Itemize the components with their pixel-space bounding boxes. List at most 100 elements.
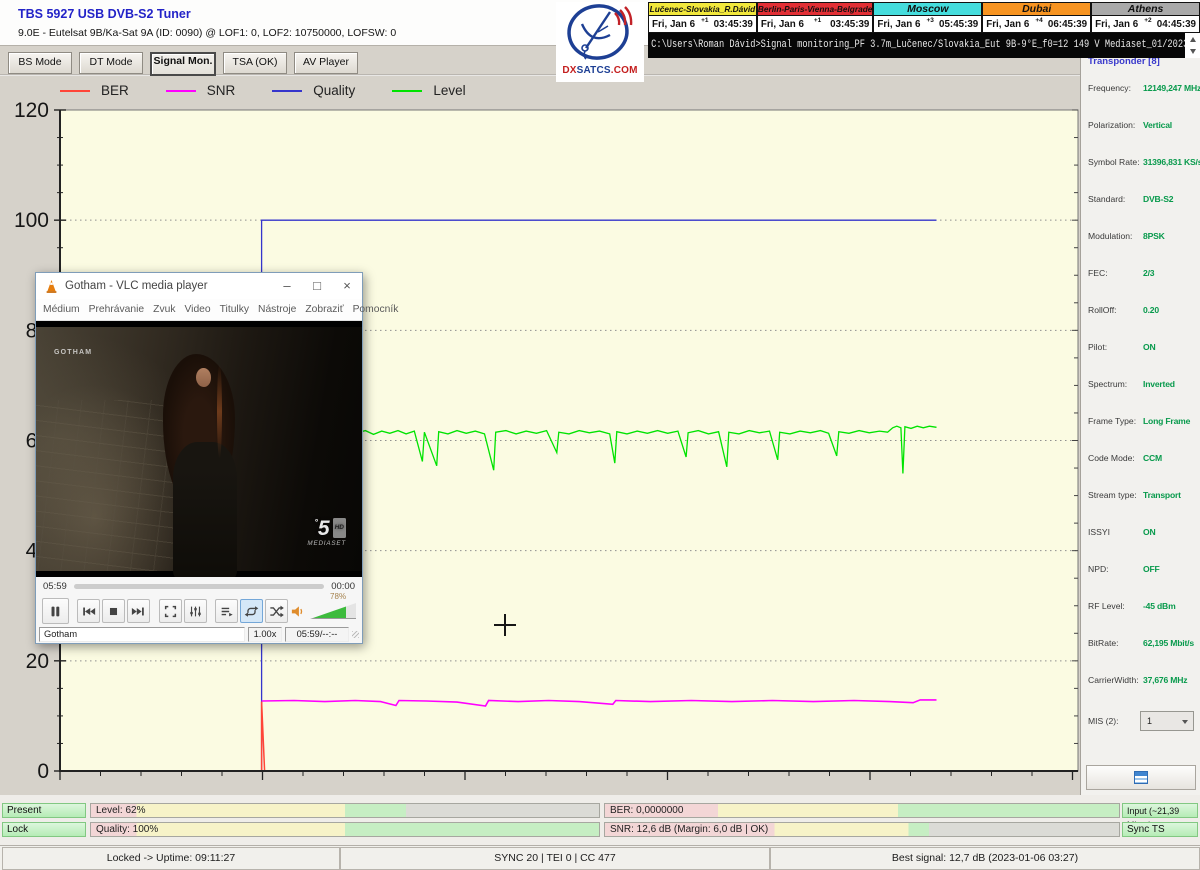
field-value: 62,195 Mbit/s [1143, 638, 1194, 648]
next-button[interactable] [127, 599, 150, 623]
stop-icon [106, 604, 121, 619]
tab-bs-mode[interactable]: BS Mode [8, 52, 72, 74]
chevron-down-icon [1182, 720, 1188, 724]
field-row-standard: Standard:DVB-S2 [1081, 194, 1200, 207]
equalizer-button[interactable] [184, 599, 207, 623]
svg-text:20: 20 [26, 650, 49, 673]
clock-utc-offset: +2 [1144, 17, 1151, 24]
clock-city-label: Berlin-Paris-Vienna-Belgrade [757, 2, 874, 16]
field-label: Code Mode: [1088, 453, 1135, 463]
clock-panel-lu-enec-slovakia-r-d-vid: Lučenec-Slovakia_R.DávidFri, Jan 6+103:4… [648, 2, 757, 33]
volume-cluster: 78% [290, 603, 356, 619]
resize-grip[interactable] [352, 631, 359, 638]
field-row-npd: NPD:OFF [1081, 564, 1200, 577]
svg-text:0: 0 [37, 760, 49, 783]
playlist-button[interactable] [215, 599, 238, 623]
stream-list-button[interactable] [1086, 765, 1196, 790]
seek-slider[interactable] [74, 584, 324, 589]
loop-button[interactable] [240, 599, 263, 623]
vlc-titlebar[interactable]: Gotham - VLC media player – □ × [36, 273, 362, 299]
shuffle-button[interactable] [265, 599, 288, 623]
volume-slider[interactable] [310, 603, 356, 619]
menu-n-stroje[interactable]: Nástroje [258, 304, 296, 315]
field-row-pilot: Pilot: ON [1081, 342, 1200, 355]
field-label: CarrierWidth: [1088, 675, 1139, 685]
clock-panel-dubai: DubaiFri, Jan 6+406:45:39 [982, 2, 1091, 33]
menu-zobrazi[interactable]: Zobraziť [305, 304, 343, 315]
vlc-window-title: Gotham - VLC media player [65, 280, 272, 292]
menu-video[interactable]: Video [184, 304, 210, 315]
clock-city-label: Moscow [873, 2, 982, 16]
field-label: Pilot: [1088, 342, 1107, 352]
speaker-icon[interactable] [290, 604, 305, 619]
mis-dropdown[interactable]: 1 [1140, 711, 1194, 731]
tab-tsa-ok[interactable]: TSA (OK) [223, 52, 287, 74]
pause-button[interactable] [42, 598, 69, 624]
previous-icon [81, 604, 96, 619]
quality-progress-bar: Quality: 100% [90, 822, 600, 837]
vlc-control-bar: 78% [36, 596, 362, 626]
field-label: Stream type: [1088, 490, 1137, 500]
command-console: C:\Users\Roman Dávid>Signal monitoring_P… [648, 33, 1185, 58]
menu-prehr-vanie[interactable]: Prehrávanie [89, 304, 145, 315]
clock-city-label: Dubai [982, 2, 1091, 16]
time-display[interactable]: 05:59/--:-- [285, 627, 349, 642]
field-label: Frame Type: [1088, 416, 1136, 426]
vlc-cone-icon [44, 279, 59, 294]
field-row-polarization: Polarization:Vertical [1081, 120, 1200, 133]
previous-button[interactable] [77, 599, 100, 623]
pause-icon [48, 604, 63, 619]
scroll-down-icon[interactable] [1190, 49, 1196, 54]
input-bitrate-indicator: Input (~21,39 Mbps) [1122, 803, 1198, 818]
close-button[interactable]: × [332, 273, 362, 299]
equalizer-icon [188, 604, 203, 619]
field-row-carrierwidth: CarrierWidth:37,676 MHz [1081, 675, 1200, 688]
snr-progress-bar: SNR: 12,6 dB (Margin: 6,0 dB | OK) [604, 822, 1120, 837]
vlc-menubar: Médium Prehrávanie Zvuk Video Titulky Nástroj… [36, 299, 362, 321]
legend-label-level: Level [433, 83, 465, 98]
scroll-up-icon[interactable] [1190, 37, 1196, 42]
menu-titulky[interactable]: Titulky [220, 304, 249, 315]
stop-button[interactable] [102, 599, 125, 623]
field-value: ON [1143, 527, 1156, 537]
tab-signal-mon[interactable]: Signal Mon. [150, 52, 216, 76]
clock-date: Fri, Jan 6 [652, 19, 695, 30]
clock-datetime: Fri, Jan 6+103:45:39 [648, 16, 757, 33]
menu-zvuk[interactable]: Zvuk [153, 304, 175, 315]
tab-av-player[interactable]: AV Player [294, 52, 358, 74]
field-row-symbol-rate: Symbol Rate:31396,831 KS/s [1081, 157, 1200, 170]
clock-panel-berlin-paris-vienna-belgrade: Berlin-Paris-Vienna-BelgradeFri, Jan 6+1… [757, 2, 874, 33]
field-row-frame-type: Frame Type: Long Frame [1081, 416, 1200, 429]
field-label: BitRate: [1088, 638, 1119, 648]
field-label: FEC: [1088, 268, 1108, 278]
field-value: 0.20 [1143, 305, 1159, 315]
minimize-button[interactable]: – [272, 273, 302, 299]
field-label: Frequency: [1088, 83, 1131, 93]
tab-dt-mode[interactable]: DT Mode [79, 52, 143, 74]
field-value: Long Frame [1143, 416, 1190, 426]
clock-date: Fri, Jan 6 [986, 19, 1029, 30]
vlc-video-area[interactable]: GOTHAM °5HD MEDIASET [36, 321, 362, 577]
dxsatcs-wordmark: DXSATCS.COM [556, 65, 644, 76]
console-scrollbar[interactable] [1185, 33, 1200, 58]
menu-pomocn-k[interactable]: Pomocník [353, 304, 399, 315]
console-command-text: C:\Users\Roman Dávid>Signal monitoring_P… [648, 33, 1185, 58]
chart-legend: BERSNRQualityLevel [60, 83, 503, 98]
field-row-rolloff: RollOff:0.20 [1081, 305, 1200, 318]
field-value: ON [1143, 342, 1156, 352]
clock-time: 04:45:39 [1157, 19, 1196, 30]
actress-face [196, 368, 211, 387]
mediaset-watermark: MEDIASET [307, 540, 346, 547]
field-row-issyi: ISSYION [1081, 527, 1200, 540]
fullscreen-button[interactable] [159, 599, 182, 623]
ber-progress-bar: BER: 0,0000000 [604, 803, 1120, 818]
loop-icon [244, 604, 259, 619]
clock-datetime: Fri, Jan 6+305:45:39 [873, 16, 982, 33]
clock-datetime: Fri, Jan 6+204:45:39 [1091, 16, 1200, 33]
field-value: Vertical [1143, 120, 1172, 130]
playback-rate[interactable]: 1.00x [248, 627, 282, 642]
menu-m-dium[interactable]: Médium [43, 304, 80, 315]
vlc-seek-row: 05:59 00:00 [36, 577, 362, 596]
vlc-window[interactable]: Gotham - VLC media player – □ × Médium Pr… [35, 272, 363, 644]
maximize-button[interactable]: □ [302, 273, 332, 299]
